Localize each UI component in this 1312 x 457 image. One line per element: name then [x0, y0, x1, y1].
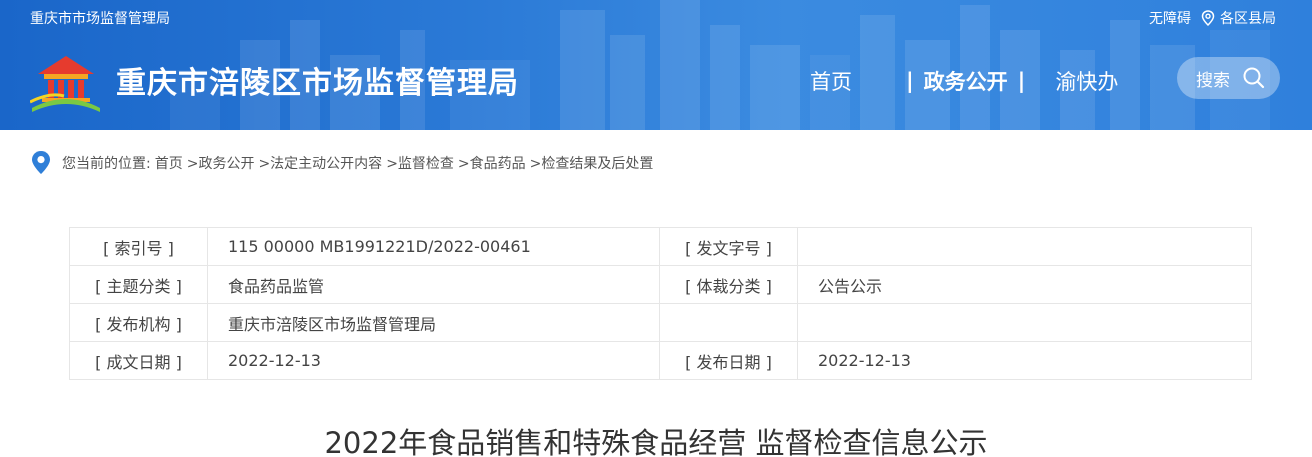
breadcrumb-food-drug[interactable]: >食品药品	[458, 153, 526, 173]
meta-key: [ 发布日期 ]	[659, 341, 798, 380]
meta-key: [ 发文字号 ]	[659, 227, 798, 266]
meta-value: 公告公示	[797, 265, 1252, 304]
nav-yukuaiban[interactable]: 渝快办	[1055, 66, 1118, 96]
meta-key	[659, 303, 798, 342]
search-icon	[1243, 67, 1265, 89]
districts-link[interactable]: 各区县局	[1220, 8, 1276, 28]
meta-key: [ 发布机构 ]	[69, 303, 208, 342]
breadcrumb-supervision[interactable]: >监督检查	[386, 153, 454, 173]
meta-value: 2022-12-13	[797, 341, 1252, 380]
logo-emblem-icon[interactable]	[30, 46, 102, 114]
meta-key: [ 体裁分类 ]	[659, 265, 798, 304]
meta-value	[797, 227, 1252, 266]
site-header: 重庆市市场监督管理局 无障碍 各区县局 重庆市涪陵区市场监督管理局 首页 | 政…	[0, 0, 1312, 130]
meta-key: [ 索引号 ]	[69, 227, 208, 266]
nav-divider: |	[906, 69, 914, 93]
site-title[interactable]: 重庆市涪陵区市场监督管理局	[116, 58, 519, 102]
nav-gov-affairs[interactable]: 政务公开	[924, 66, 1008, 96]
breadcrumb-statutory-disclosure[interactable]: >法定主动公开内容	[258, 153, 382, 173]
meta-value: 2022-12-13	[207, 341, 660, 380]
table-row: [ 索引号 ] 115 00000 MB1991221D/2022-00461 …	[69, 227, 1252, 266]
breadcrumb-inspection-results[interactable]: >检查结果及后处置	[530, 153, 654, 173]
breadcrumb-gov-affairs[interactable]: >政务公开	[187, 153, 255, 173]
meta-value	[797, 303, 1252, 342]
location-pin-icon	[1201, 10, 1215, 26]
breadcrumb-home[interactable]: 首页	[155, 153, 183, 173]
nav-divider: |	[1017, 69, 1026, 93]
top-utility-links: 无障碍 各区县局	[1149, 8, 1276, 28]
meta-value: 食品药品监管	[207, 265, 660, 304]
breadcrumb-prefix: 您当前的位置:	[62, 156, 151, 172]
article-title: 2022年食品销售和特殊食品经营 监督检查信息公示	[324, 426, 988, 457]
table-row: [ 发布机构 ] 重庆市涪陵区市场监督管理局	[69, 303, 1252, 342]
parent-bureau-link[interactable]: 重庆市市场监督管理局	[30, 8, 170, 28]
location-pin-icon	[32, 151, 50, 174]
accessibility-link[interactable]: 无障碍	[1149, 8, 1191, 28]
search-label: 搜索	[1196, 70, 1230, 91]
table-row: [ 成文日期 ] 2022-12-13 [ 发布日期 ] 2022-12-13	[69, 341, 1252, 380]
meta-value: 115 00000 MB1991221D/2022-00461	[207, 227, 660, 266]
main-nav: 首页 | 政务公开 | 渝快办	[810, 66, 1118, 96]
meta-value: 重庆市涪陵区市场监督管理局	[207, 303, 660, 342]
search-button[interactable]: 搜索	[1177, 57, 1280, 99]
breadcrumb: 您当前的位置: 首页 >政务公开 >法定主动公开内容 >监督检查 >食品药品 >…	[30, 150, 657, 176]
nav-home[interactable]: 首页	[810, 66, 852, 96]
document-meta-table: [ 索引号 ] 115 00000 MB1991221D/2022-00461 …	[69, 227, 1252, 380]
meta-key: [ 成文日期 ]	[69, 341, 208, 380]
meta-key: [ 主题分类 ]	[69, 265, 208, 304]
table-row: [ 主题分类 ] 食品药品监管 [ 体裁分类 ] 公告公示	[69, 265, 1252, 304]
